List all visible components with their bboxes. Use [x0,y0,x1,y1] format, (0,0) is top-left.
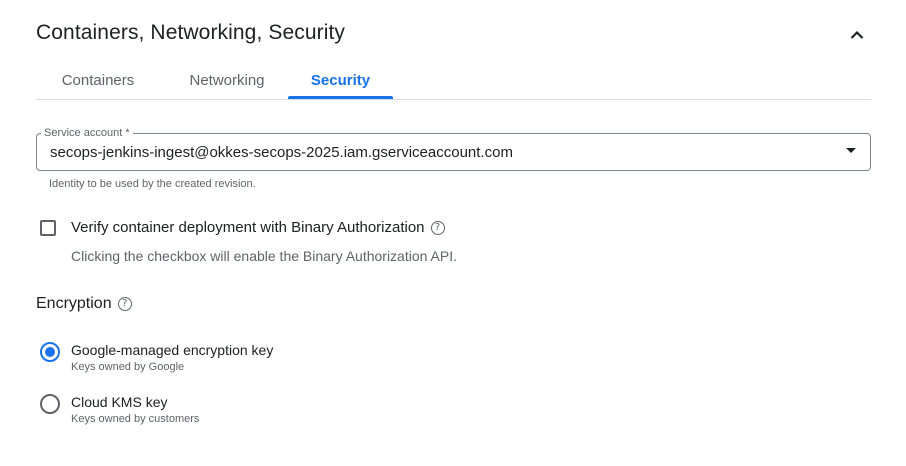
encryption-title: Encryption [36,295,112,312]
radio-option-cloud-kms[interactable]: Cloud KMS key Keys owned by customers [40,393,199,426]
help-icon[interactable]: ? [117,297,132,311]
tab-bar: Containers Networking Security [36,62,871,100]
tab-containers[interactable]: Containers [36,62,160,98]
dropdown-arrow-icon[interactable] [846,148,856,153]
collapse-button[interactable] [842,20,872,50]
radio-option-google-managed[interactable]: Google-managed encryption key Keys owned… [40,341,273,374]
radio-selected-dot [45,347,55,357]
service-account-helper: Identity to be used by the created revis… [49,178,256,190]
help-icon[interactable]: ? [430,220,445,235]
radio-cloud-kms[interactable] [40,394,60,414]
section-title: Containers, Networking, Security [36,21,345,44]
service-account-select[interactable]: Service account * secops-jenkins-ingest@… [36,126,871,171]
tab-networking[interactable]: Networking [165,62,289,98]
radio-google-managed[interactable] [40,342,60,362]
radio-google-managed-sub: Keys owned by Google [71,361,185,373]
service-account-label: Service account * [41,126,133,140]
security-panel: Containers, Networking, Security Contain… [0,0,906,466]
service-account-value: secops-jenkins-ingest@okkes-secops-2025.… [50,144,513,161]
radio-cloud-kms-sub: Keys owned by customers [71,413,200,425]
encryption-heading: Encryption ? [36,295,132,313]
binary-auth-row: Verify container deployment with Binary … [40,219,445,236]
chevron-up-icon [850,30,864,39]
radio-cloud-kms-label[interactable]: Cloud KMS key [71,393,199,411]
binary-auth-description: Clicking the checkbox will enable the Bi… [71,248,457,264]
binary-auth-checkbox[interactable] [40,219,56,236]
tab-security[interactable]: Security [288,62,393,99]
radio-google-managed-label[interactable]: Google-managed encryption key [71,341,273,359]
binary-auth-label[interactable]: Verify container deployment with Binary … [71,219,425,236]
